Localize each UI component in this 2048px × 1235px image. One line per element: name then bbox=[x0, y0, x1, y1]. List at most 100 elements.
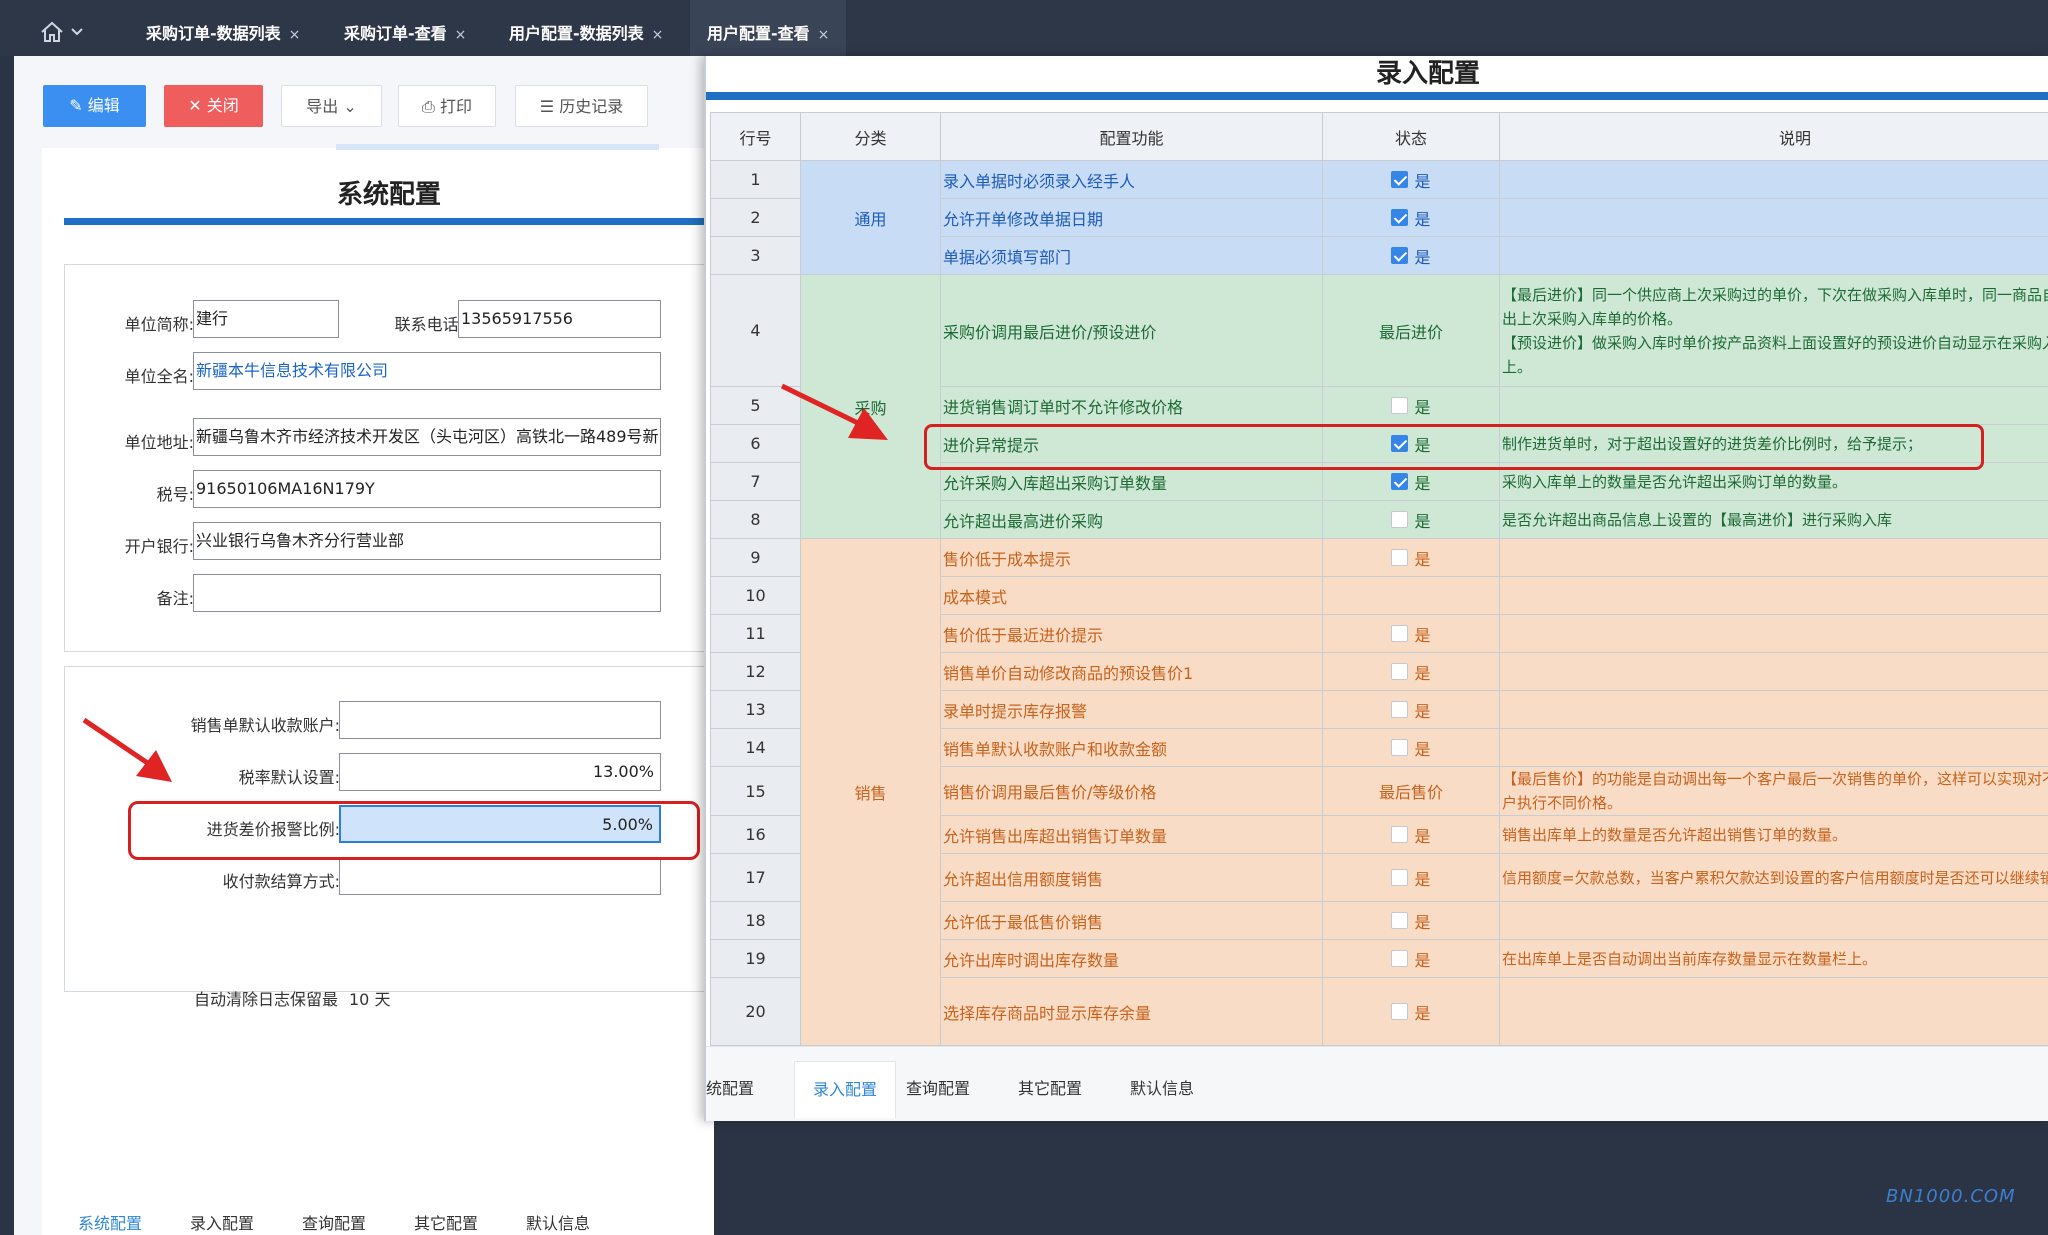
tab-user-config-view[interactable]: 用户配置-查看 × bbox=[690, 0, 847, 56]
phone-field[interactable]: 13565917556 bbox=[458, 300, 661, 338]
table-row[interactable]: 9 销售 售价低于成本提示是 bbox=[710, 538, 2048, 1046]
status-cell[interactable]: 最后售价 bbox=[1322, 766, 1500, 816]
status-value[interactable]: 最后售价 bbox=[1379, 783, 1443, 802]
status-cell[interactable]: 是 bbox=[1322, 728, 1500, 767]
status-cell[interactable]: 是 bbox=[1322, 160, 1500, 199]
table-row[interactable]: 1 通用 录入单据时必须录入经手人是 bbox=[710, 160, 2048, 275]
checkbox-unchecked[interactable] bbox=[1391, 1003, 1409, 1020]
status-cell[interactable]: 是 bbox=[1322, 901, 1500, 940]
edit-button[interactable]: ✎ 编辑 bbox=[43, 85, 146, 127]
description-cell: 在出库单上是否自动调出当前库存数量显示在数量栏上。 bbox=[1499, 939, 2048, 978]
tab-query-config[interactable]: 查询配置 bbox=[906, 1075, 970, 1099]
status-value[interactable]: 最后进价 bbox=[1379, 323, 1443, 342]
checkbox-label: 是 bbox=[1414, 869, 1431, 889]
history-button[interactable]: ☰ 历史记录 bbox=[515, 85, 648, 127]
checkbox-label: 是 bbox=[1414, 209, 1431, 229]
checkbox-unchecked[interactable] bbox=[1391, 701, 1409, 718]
tab-entry-config[interactable]: 录入配置 bbox=[794, 1061, 897, 1118]
bank-field[interactable]: 兴业银行乌鲁木齐分行营业部 bbox=[193, 522, 661, 560]
close-icon[interactable]: × bbox=[652, 27, 664, 43]
tab-query-config[interactable]: 查询配置 bbox=[302, 1210, 366, 1234]
checkbox-label: 是 bbox=[1414, 826, 1431, 846]
row-number: 15 bbox=[710, 766, 801, 816]
checkbox-checked[interactable] bbox=[1391, 247, 1409, 264]
tab-system-config[interactable]: 统配置 bbox=[706, 1075, 754, 1099]
checkbox-label: 是 bbox=[1414, 912, 1431, 932]
checkbox-unchecked[interactable] bbox=[1391, 912, 1409, 929]
function-cell: 采购价调用最后进价/预设进价 bbox=[940, 274, 1323, 387]
tab-user-config-list[interactable]: 用户配置-数据列表 × bbox=[509, 0, 663, 56]
status-cell[interactable]: 是 bbox=[1322, 500, 1500, 539]
tab-entry-config[interactable]: 录入配置 bbox=[190, 1210, 254, 1234]
description-cell: 信用额度=欠款总数，当客户累积欠款达到设置的客户信用额度时是否还可以继续销售 bbox=[1499, 853, 2048, 902]
checkbox-unchecked[interactable] bbox=[1391, 397, 1409, 414]
checkbox-checked[interactable] bbox=[1391, 171, 1409, 188]
tab-other-config[interactable]: 其它配置 bbox=[414, 1210, 478, 1234]
status-cell[interactable]: 是 bbox=[1322, 236, 1500, 275]
export-button[interactable]: 导出 ⌄ bbox=[281, 85, 382, 127]
tab-purchase-list[interactable]: 采购订单-数据列表 × bbox=[146, 0, 300, 56]
checkbox-unchecked[interactable] bbox=[1391, 950, 1409, 967]
close-icon[interactable]: × bbox=[289, 27, 301, 43]
settle-field[interactable] bbox=[339, 857, 661, 895]
address-field[interactable]: 新疆乌鲁木齐市经济技术开发区（头屯河区）高铁北一路489号新 bbox=[193, 418, 661, 456]
close-icon[interactable]: × bbox=[818, 27, 830, 43]
checkbox-unchecked[interactable] bbox=[1391, 549, 1409, 566]
checkbox-label: 是 bbox=[1414, 625, 1431, 645]
tax-rate-field[interactable]: 13.00% bbox=[339, 753, 661, 791]
tax-field[interactable]: 91650106MA16N179Y bbox=[193, 470, 661, 508]
function-cell: 选择库存商品时显示库存余量 bbox=[940, 977, 1323, 1046]
close-label: 关闭 bbox=[206, 96, 239, 115]
short-name-field[interactable]: 建行 bbox=[193, 300, 339, 338]
description-cell: 销售出库单上的数量是否允许超出销售订单的数量。 bbox=[1499, 815, 2048, 854]
checkbox-unchecked[interactable] bbox=[1391, 739, 1409, 756]
checkbox-unchecked[interactable] bbox=[1391, 625, 1409, 642]
status-cell[interactable]: 是 bbox=[1322, 690, 1500, 729]
table-row[interactable]: 4 采购 采购价调用最后进价/预设进价 最后进价 【最后进价】同一个供应商上次采购过的单… bbox=[710, 274, 2048, 539]
checkbox-unchecked[interactable] bbox=[1391, 663, 1409, 680]
tab-other-config[interactable]: 其它配置 bbox=[1018, 1075, 1082, 1099]
description-cell bbox=[1499, 977, 2048, 1046]
status-cell[interactable]: 是 bbox=[1322, 538, 1500, 577]
checkbox-checked[interactable] bbox=[1391, 473, 1409, 490]
sales-account-field[interactable] bbox=[339, 701, 661, 739]
header-cell: 分类 bbox=[800, 112, 941, 161]
tab-system-config[interactable]: 系统配置 bbox=[78, 1210, 142, 1234]
tab-default-info[interactable]: 默认信息 bbox=[1130, 1075, 1194, 1099]
row-number: 8 bbox=[710, 500, 801, 539]
status-cell[interactable]: 是 bbox=[1322, 614, 1500, 653]
tab-purchase-view[interactable]: 采购订单-查看 × bbox=[344, 0, 466, 56]
checkbox-unchecked[interactable] bbox=[1391, 869, 1409, 886]
checkbox-label: 是 bbox=[1414, 739, 1431, 759]
close-button[interactable]: ✕ 关闭 bbox=[164, 85, 263, 127]
status-cell[interactable]: 是 bbox=[1322, 198, 1500, 237]
description-cell bbox=[1499, 160, 2048, 199]
status-cell[interactable]: 是 bbox=[1322, 815, 1500, 854]
print-button[interactable]: ⎙ 打印 bbox=[398, 85, 496, 127]
header-cell: 配置功能 bbox=[940, 112, 1323, 161]
status-cell[interactable]: 是 bbox=[1322, 939, 1500, 978]
tab-label: 用户配置-数据列表 bbox=[509, 24, 644, 43]
history-icon: ☰ bbox=[539, 97, 560, 116]
status-cell[interactable]: 是 bbox=[1322, 652, 1500, 691]
close-icon[interactable]: × bbox=[455, 27, 467, 43]
home-button[interactable] bbox=[40, 18, 90, 42]
status-cell[interactable]: 是 bbox=[1322, 386, 1500, 425]
status-cell[interactable]: 是 bbox=[1322, 977, 1500, 1046]
remark-field[interactable] bbox=[193, 574, 661, 612]
print-label: 打印 bbox=[439, 97, 472, 116]
description-cell bbox=[1499, 901, 2048, 940]
checkbox-label: 是 bbox=[1414, 663, 1431, 683]
row-number: 4 bbox=[710, 274, 801, 387]
function-cell: 成本模式 bbox=[940, 576, 1323, 615]
checkbox-unchecked[interactable] bbox=[1391, 826, 1409, 843]
tab-default-info[interactable]: 默认信息 bbox=[526, 1210, 590, 1234]
status-cell[interactable] bbox=[1322, 576, 1500, 615]
checkbox-checked[interactable] bbox=[1391, 209, 1409, 226]
close-icon: ✕ bbox=[188, 96, 207, 115]
tax-rate-label: 税率默认设置: bbox=[238, 768, 340, 787]
status-cell[interactable]: 最后进价 bbox=[1322, 274, 1500, 387]
full-name-field[interactable]: 新疆本牛信息技术有限公司 bbox=[193, 352, 661, 390]
status-cell[interactable]: 是 bbox=[1322, 853, 1500, 902]
checkbox-unchecked[interactable] bbox=[1391, 511, 1409, 528]
